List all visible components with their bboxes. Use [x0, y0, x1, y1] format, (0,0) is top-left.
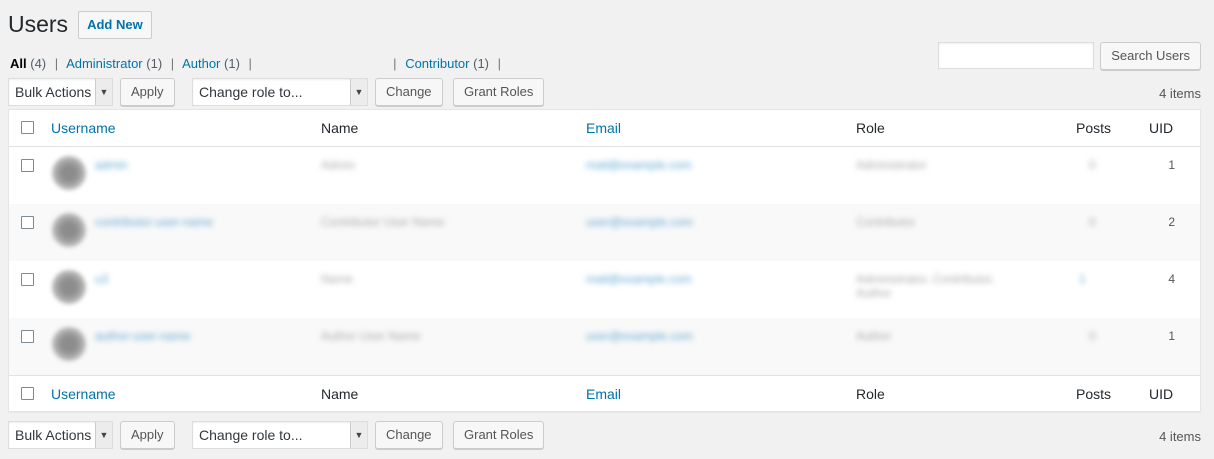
tablenav-top: Bulk Actions ▼ Apply Change role to... ▼… — [8, 78, 1201, 108]
column-email[interactable]: Email — [586, 386, 621, 402]
change-role-label: Change role to... — [199, 84, 303, 100]
change-button[interactable]: Change — [375, 78, 443, 106]
column-username[interactable]: Username — [51, 120, 116, 136]
change-role-select[interactable]: Change role to... ▼ — [192, 78, 368, 106]
filter-author[interactable]: Author — [182, 56, 220, 71]
tablenav-bottom: Bulk Actions ▼ Apply Change role to... ▼… — [8, 421, 1201, 451]
avatar — [52, 156, 86, 190]
search-users-button[interactable]: Search Users — [1100, 42, 1201, 70]
row-name: Contributor User Name — [321, 215, 445, 229]
search-box: Search Users — [938, 42, 1201, 70]
table-row: contributor-user-name Contributor User N… — [9, 204, 1200, 261]
row-posts[interactable]: 1 — [1079, 272, 1086, 286]
table-header: Username Name Email Role Posts UID — [9, 110, 1200, 147]
bulk-actions-select[interactable]: Bulk Actions ▼ — [8, 421, 113, 449]
filter-separator: | — [393, 56, 397, 71]
row-username[interactable]: u3 — [95, 272, 108, 286]
bulk-actions-label: Bulk Actions — [15, 427, 92, 443]
filter-separator: | — [497, 56, 502, 71]
items-count: 4 items — [1159, 429, 1201, 444]
chevron-down-icon: ▼ — [95, 79, 112, 105]
row-checkbox[interactable] — [21, 330, 34, 343]
change-role-select[interactable]: Change role to... ▼ — [192, 421, 368, 449]
page-title: Users — [8, 11, 69, 37]
column-role: Role — [856, 120, 885, 136]
column-name: Name — [321, 386, 359, 402]
chevron-down-icon: ▼ — [350, 79, 367, 105]
column-name: Name — [321, 120, 359, 136]
column-role: Role — [856, 386, 885, 402]
column-posts: Posts — [1076, 120, 1112, 136]
search-input[interactable] — [938, 42, 1095, 69]
column-posts: Posts — [1076, 386, 1112, 402]
row-uid: 2 — [1168, 215, 1175, 229]
row-posts: 0 — [1089, 215, 1096, 229]
items-count: 4 items — [1159, 86, 1201, 101]
grant-roles-button[interactable]: Grant Roles — [453, 78, 545, 106]
avatar — [52, 327, 86, 361]
row-uid: 1 — [1168, 158, 1175, 172]
row-checkbox[interactable] — [21, 159, 34, 172]
page-heading: Users Add New — [8, 10, 152, 39]
row-email[interactable]: user@example.com — [586, 329, 693, 343]
row-role: Administrator, Contributor, Author — [856, 272, 995, 300]
table-row: author-user-name Author User Name user@e… — [9, 318, 1200, 375]
table-row: u3 Name mail@example.com Administrator, … — [9, 261, 1200, 318]
grant-roles-button[interactable]: Grant Roles — [453, 421, 545, 449]
chevron-down-icon: ▼ — [350, 422, 367, 448]
filter-contributor-count: (1) — [473, 56, 490, 71]
row-checkbox[interactable] — [21, 273, 34, 286]
change-button[interactable]: Change — [375, 421, 443, 449]
row-posts: 0 — [1089, 158, 1096, 172]
select-all-checkbox[interactable] — [21, 387, 34, 400]
row-email[interactable]: mail@example.com — [586, 158, 692, 172]
row-role: Author — [856, 329, 892, 343]
column-uid: UID — [1149, 386, 1174, 402]
filter-author-count: (1) — [224, 56, 240, 71]
row-email[interactable]: user@example.com — [586, 215, 693, 229]
column-uid: UID — [1149, 120, 1174, 136]
table-row: admin Admin mail@example.com Administrat… — [9, 147, 1200, 204]
select-all-checkbox[interactable] — [21, 121, 34, 134]
row-role: Administrator — [856, 158, 927, 172]
row-name: Author User Name — [321, 329, 421, 343]
row-role: Contributor — [856, 215, 916, 229]
row-username[interactable]: author-user-name — [95, 329, 190, 343]
table-footer: Username Name Email Role Posts UID — [9, 375, 1200, 412]
apply-button[interactable]: Apply — [120, 421, 175, 449]
user-role-filters: All (4) | Administrator (1) | Author (1)… — [10, 56, 506, 71]
filter-separator: | — [248, 56, 252, 71]
avatar — [52, 213, 86, 247]
row-name: Admin — [321, 158, 356, 172]
filter-separator: | — [54, 56, 59, 71]
row-checkbox[interactable] — [21, 216, 34, 229]
row-username[interactable]: admin — [95, 158, 128, 172]
filter-separator: | — [170, 56, 175, 71]
row-uid: 4 — [1168, 272, 1175, 286]
apply-button[interactable]: Apply — [120, 78, 175, 106]
filter-administrator-count: (1) — [146, 56, 163, 71]
bulk-actions-select[interactable]: Bulk Actions ▼ — [8, 78, 113, 106]
row-email[interactable]: mail@example.com — [586, 272, 692, 286]
avatar — [52, 270, 86, 304]
change-role-label: Change role to... — [199, 427, 303, 443]
row-posts: 0 — [1089, 329, 1096, 343]
filter-all[interactable]: All — [10, 56, 27, 71]
filter-contributor[interactable]: Contributor — [405, 56, 469, 71]
row-name: Name — [321, 272, 354, 286]
users-table: Username Name Email Role Posts UID admin… — [8, 109, 1201, 412]
bulk-actions-label: Bulk Actions — [15, 84, 92, 100]
filter-administrator[interactable]: Administrator — [66, 56, 143, 71]
chevron-down-icon: ▼ — [95, 422, 112, 448]
column-email[interactable]: Email — [586, 120, 621, 136]
filter-all-count: (4) — [30, 56, 47, 71]
column-username[interactable]: Username — [51, 386, 116, 402]
add-new-button[interactable]: Add New — [78, 10, 152, 39]
row-username[interactable]: contributor-user-name — [95, 215, 213, 229]
row-uid: 1 — [1168, 329, 1175, 343]
